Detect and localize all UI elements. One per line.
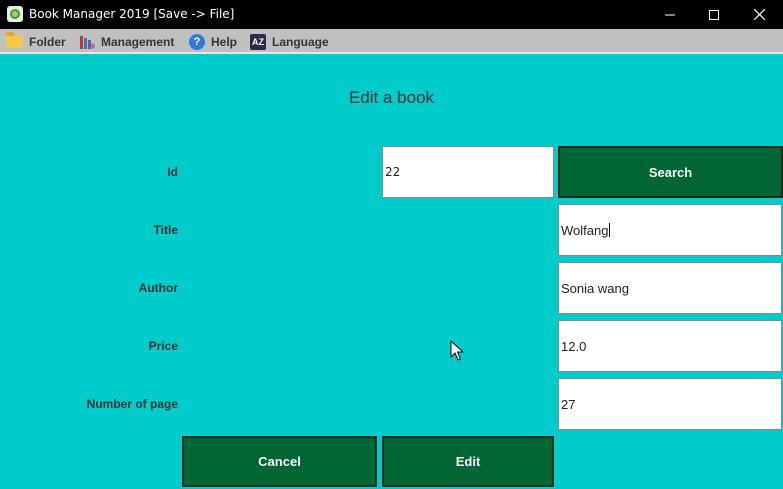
search-button[interactable]: Search (558, 146, 783, 198)
menu-help[interactable]: ? Help (189, 29, 237, 54)
id-label: Id (167, 165, 178, 179)
title-field-value: Wolfang (561, 222, 609, 238)
text-caret (609, 223, 611, 237)
minimize-button[interactable] (648, 0, 692, 29)
author-label: Author (138, 281, 178, 295)
title-field[interactable]: Wolfang (558, 204, 782, 256)
pages-field[interactable]: 27 (558, 378, 782, 430)
window-titlebar: Book Manager 2019 [Save -> File] (0, 0, 783, 29)
title-label: Title (153, 223, 178, 237)
menu-folder-label: Folder (29, 34, 66, 49)
mouse-cursor-icon (450, 340, 464, 361)
menubar: Folder Management ? Help AZ Language (0, 29, 783, 54)
minimize-icon (665, 14, 675, 15)
menu-management[interactable]: Management (79, 29, 174, 54)
management-icon (79, 34, 95, 50)
app-icon (7, 6, 23, 22)
pages-label: Number of page (86, 397, 178, 411)
help-icon: ? (189, 33, 205, 50)
window-title: Book Manager 2019 [Save -> File] (29, 7, 235, 21)
menu-folder[interactable]: Folder (6, 29, 66, 54)
price-label: Price (148, 339, 178, 353)
edit-button[interactable]: Edit (382, 436, 554, 487)
language-icon: AZ (250, 33, 266, 50)
menu-help-label: Help (211, 34, 238, 49)
maximize-button[interactable] (692, 0, 736, 29)
menu-language[interactable]: AZ Language (250, 29, 329, 54)
price-field[interactable]: 12.0 (558, 320, 782, 372)
id-field[interactable]: 22 (382, 146, 554, 198)
close-button[interactable] (737, 0, 781, 29)
maximize-icon (709, 9, 719, 20)
menu-management-label: Management (101, 34, 175, 49)
folder-icon (6, 32, 23, 48)
page-title: Edit a book (348, 88, 435, 107)
cancel-button[interactable]: Cancel (182, 436, 377, 487)
author-field[interactable]: Sonia wang (558, 262, 782, 314)
close-icon (753, 9, 765, 20)
menu-language-label: Language (272, 34, 329, 49)
